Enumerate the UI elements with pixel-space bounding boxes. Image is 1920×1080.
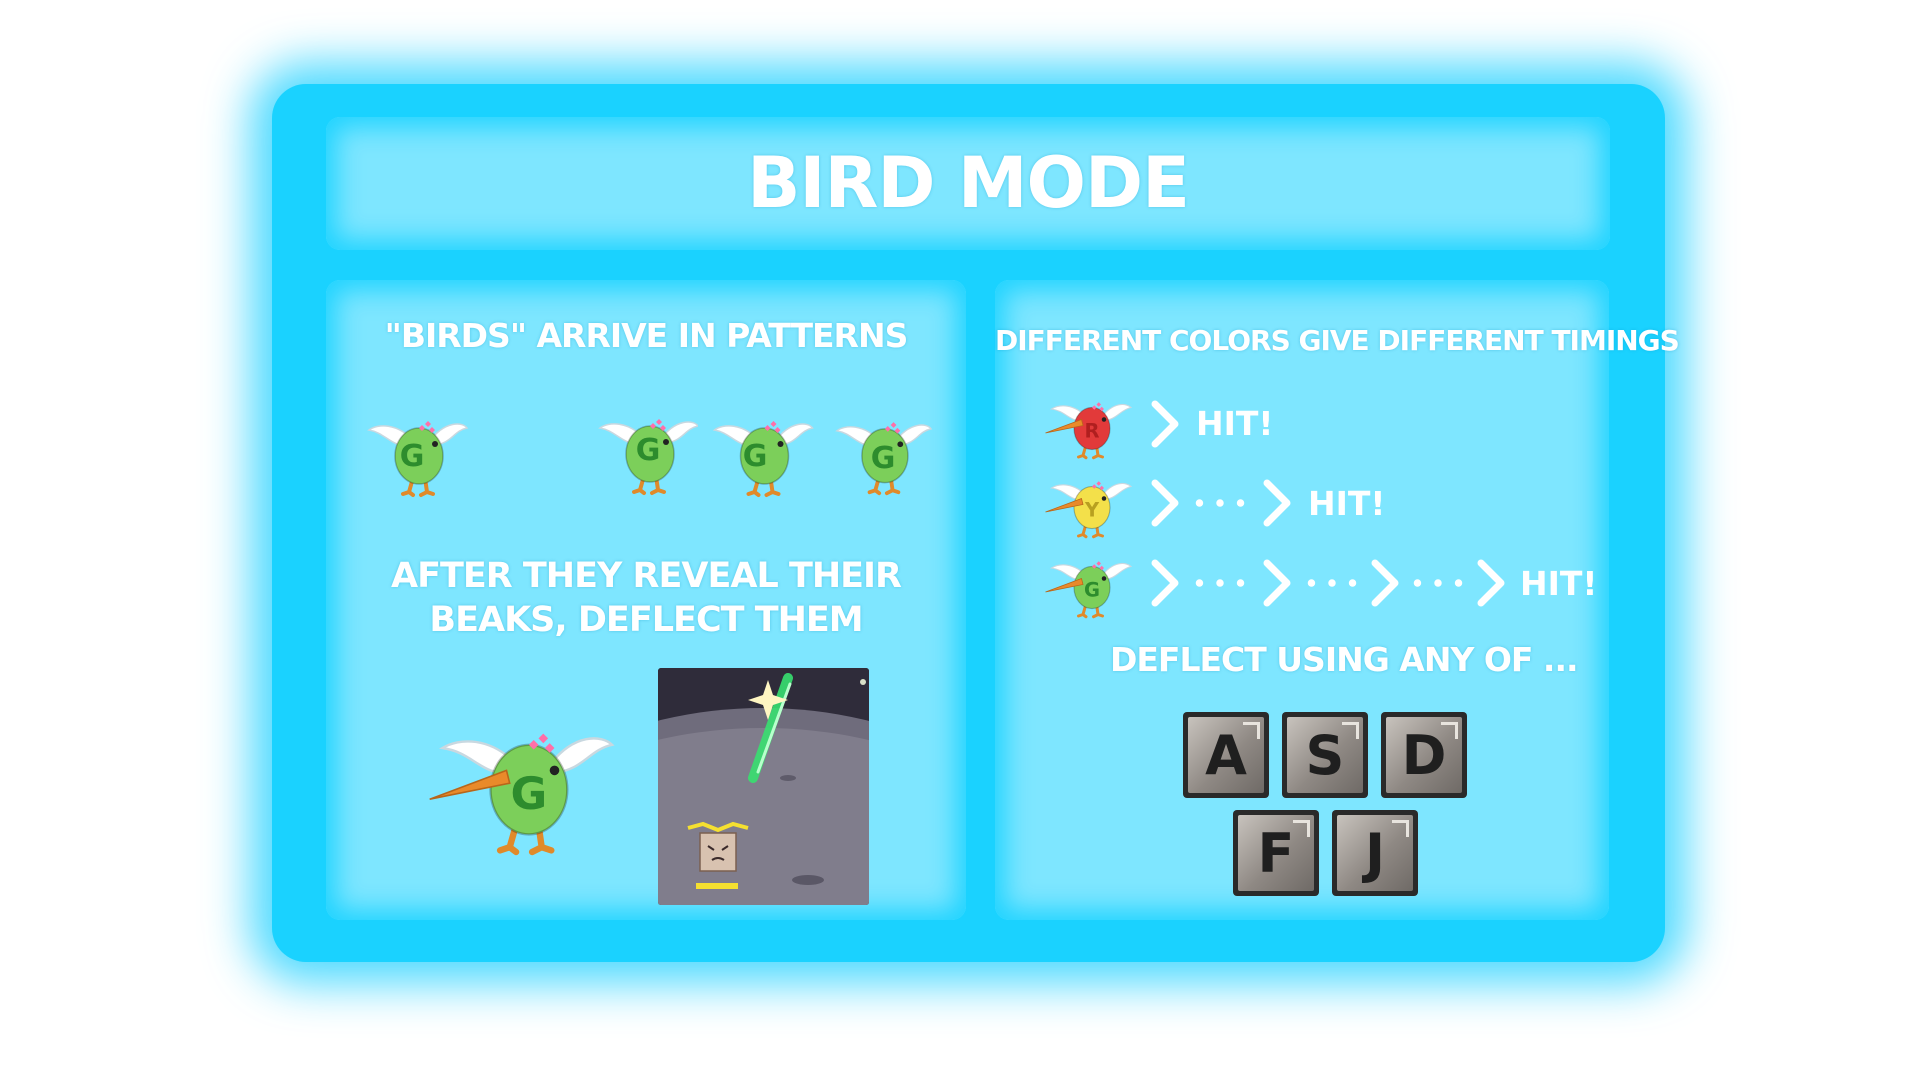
key-a: A	[1183, 712, 1269, 798]
green-bird-icon: G	[705, 400, 820, 500]
keys-heading: Deflect using any of ...	[1110, 640, 1579, 679]
bird-letter: R	[1084, 420, 1099, 443]
green-bird-icon: G	[362, 400, 472, 500]
gameplay-scene	[658, 668, 869, 905]
bird-letter: G	[1084, 579, 1100, 602]
chevron-right-icon	[1150, 557, 1180, 609]
ellipsis-icon	[1192, 498, 1248, 508]
red-bird-with-beak-icon: R	[1044, 385, 1134, 463]
deflect-heading: After they reveal their beaks, deflect t…	[391, 556, 902, 640]
green-bird-with-beak-icon: G	[1044, 544, 1134, 622]
ellipsis-icon	[1304, 578, 1360, 588]
green-bird-icon: G	[833, 402, 933, 498]
chevron-right-icon	[1150, 477, 1180, 529]
green-bird-with-beak-icon: G	[425, 700, 620, 860]
key-s: S	[1282, 712, 1368, 798]
bird-letter: G	[636, 433, 661, 468]
chevron-right-icon	[1262, 477, 1292, 529]
patterns-heading: "Birds" arrive in patterns	[384, 316, 909, 355]
bird-letter: G	[511, 767, 548, 820]
bird-letter: G	[743, 439, 768, 474]
key-d: D	[1381, 712, 1467, 798]
chevron-right-icon	[1150, 398, 1180, 450]
yellow-bird-with-beak-icon: Y	[1044, 464, 1134, 542]
hit-label: Hit!	[1196, 404, 1274, 443]
chevron-right-icon	[1262, 557, 1292, 609]
hit-label: Hit!	[1308, 484, 1386, 523]
timings-heading: Different colors give different timings	[995, 324, 1680, 357]
green-bird-icon: G	[598, 394, 698, 502]
bird-letter: G	[400, 439, 425, 474]
ellipsis-icon	[1410, 578, 1466, 588]
key-f: F	[1233, 810, 1319, 896]
ellipsis-icon	[1192, 578, 1248, 588]
chevron-right-icon	[1370, 557, 1400, 609]
chevron-right-icon	[1476, 557, 1506, 609]
bird-letter: G	[871, 441, 896, 476]
page-title: Bird Mode	[747, 142, 1190, 224]
hit-label: Hit!	[1520, 564, 1598, 603]
key-j: J	[1332, 810, 1418, 896]
gameplay-screenshot	[658, 668, 869, 905]
bird-letter: Y	[1084, 499, 1100, 522]
